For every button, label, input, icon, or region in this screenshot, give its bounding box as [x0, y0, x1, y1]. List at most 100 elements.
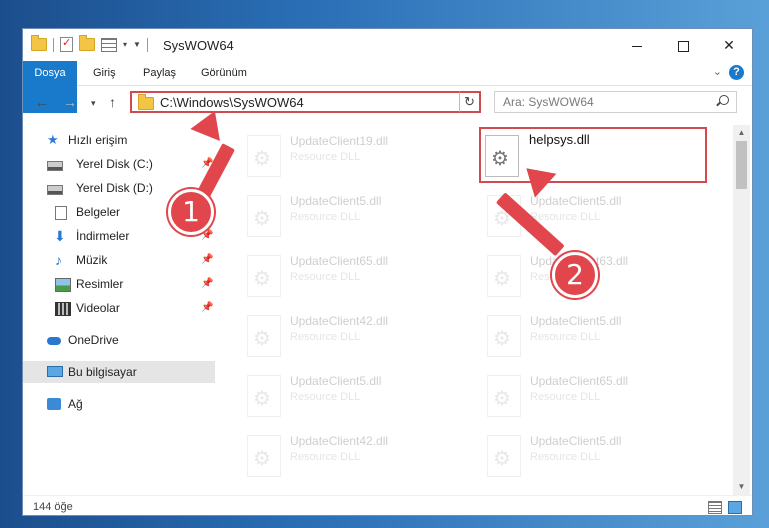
tab-share[interactable]: Paylaş [143, 61, 176, 85]
drive-icon [47, 185, 63, 195]
address-path[interactable]: C:\Windows\SysWOW64 [160, 95, 304, 110]
minimize-icon [632, 45, 642, 47]
pin-icon[interactable]: 📌 [201, 273, 213, 295]
pin-icon[interactable]: 📌 [201, 297, 213, 319]
sidebar-item-label: Belgeler [76, 205, 121, 219]
computer-icon [47, 366, 63, 377]
list-item[interactable]: UpdateClient42.dll Resource DLL [223, 309, 443, 361]
file-type: Resource DLL [290, 331, 361, 343]
ribbon-tabs: Dosya Giriş Paylaş Görünüm ⌄ ? [23, 61, 752, 113]
dll-file-icon [485, 135, 519, 177]
network-icon [47, 398, 61, 410]
sidebar-item-pictures[interactable]: Resimler 📌 [23, 273, 215, 295]
navigation-pane: ★ Hızlı erişim Yerel Disk (C:) 📌 Yerel D… [23, 125, 215, 485]
window-title: SysWOW64 [163, 38, 234, 53]
up-button[interactable]: ↑ [109, 94, 116, 110]
file-name: UpdateClient42.dll [290, 314, 389, 328]
scroll-up-icon[interactable]: ▲ [733, 125, 750, 141]
sidebar-item-label: Yerel Disk (C:) [76, 157, 153, 171]
sidebar-item-label: Yerel Disk (D:) [76, 181, 153, 195]
back-button[interactable]: ← [35, 94, 49, 110]
toolbar-dropdown-icon[interactable]: ▼ [133, 40, 141, 49]
properties-icon[interactable] [60, 36, 73, 52]
file-list: UpdateClient19.dll Resource DLL UpdateCl… [223, 125, 733, 495]
sidebar-item-this-pc[interactable]: Bu bilgisayar [23, 361, 215, 383]
scrollbar-thumb[interactable] [736, 141, 747, 189]
vertical-scrollbar[interactable]: ▲ ▼ [733, 125, 750, 495]
view-icon[interactable] [101, 37, 117, 52]
file-name: UpdateClient5.dll [530, 434, 622, 448]
details-view-icon[interactable] [708, 501, 722, 514]
file-type: Resource DLL [530, 211, 601, 223]
helpsys-dll-file[interactable]: helpsys.dll [479, 127, 707, 183]
document-icon [55, 206, 67, 220]
maximize-icon [677, 40, 689, 52]
large-icons-view-icon[interactable] [728, 501, 742, 514]
recent-locations-chevron-icon[interactable]: ▾ [91, 98, 96, 109]
status-bar: 144 öğe [23, 495, 752, 518]
cloud-icon [47, 337, 61, 345]
maximize-button[interactable] [660, 29, 706, 61]
minimize-button[interactable] [614, 29, 660, 61]
search-placeholder: Ara: SysWOW64 [503, 95, 594, 109]
pictures-icon [55, 278, 71, 292]
file-type: Resource DLL [290, 391, 361, 403]
step-badge-2: 2 [552, 252, 598, 298]
dll-file-icon [487, 255, 521, 297]
sidebar-item-music[interactable]: ♪ Müzik 📌 [23, 249, 215, 271]
file-name: UpdateClient19.dll [290, 134, 389, 148]
sidebar-item-onedrive[interactable]: OneDrive [23, 329, 215, 351]
file-type: Resource DLL [290, 271, 361, 283]
list-item[interactable]: UpdateClient5.dll Resource DLL [463, 309, 683, 361]
sidebar-item-label: OneDrive [68, 333, 119, 347]
list-item[interactable]: UpdateClient42.dll Resource DLL [223, 429, 443, 481]
download-icon: ⬇ [54, 228, 66, 244]
list-item[interactable]: UpdateClient5.dll Resource DLL [463, 429, 683, 481]
dll-file-icon [487, 315, 521, 357]
folder-icon[interactable] [31, 35, 47, 51]
tab-view[interactable]: Görünüm [201, 61, 247, 85]
file-name: UpdateClient5.dll [530, 314, 622, 328]
sidebar-item-network[interactable]: Ağ [23, 393, 215, 415]
pin-icon[interactable]: 📌 [201, 249, 213, 271]
address-bar[interactable]: C:\Windows\SysWOW64 ⌄ [130, 91, 481, 113]
file-type: Resource DLL [290, 151, 361, 163]
forward-button[interactable]: → [63, 94, 77, 110]
videos-icon [55, 302, 71, 316]
star-icon: ★ [47, 132, 59, 147]
dll-file-icon [247, 315, 281, 357]
list-item[interactable]: UpdateClient5.dll Resource DLL [223, 369, 443, 421]
sidebar-item-label: Hızlı erişim [68, 133, 128, 147]
list-item[interactable]: UpdateClient5.dll Resource DLL [463, 189, 683, 241]
help-icon[interactable]: ? [729, 65, 744, 80]
close-icon: ✕ [723, 37, 735, 53]
file-name: UpdateClient65.dll [290, 254, 389, 268]
toolbar-divider [53, 37, 54, 52]
expand-ribbon-chevron-icon[interactable]: ⌄ [713, 65, 722, 78]
list-item[interactable]: UpdateClient65.dll Resource DLL [463, 369, 683, 421]
tab-home[interactable]: Giriş [93, 61, 116, 85]
refresh-icon: ↻ [464, 94, 475, 109]
list-item[interactable]: UpdateClient65.dll Resource DLL [223, 249, 443, 301]
customize-toolbar-chevron-icon[interactable]: ▾ [123, 40, 127, 49]
search-icon[interactable] [719, 95, 729, 105]
sidebar-item-quick-access[interactable]: ★ Hızlı erişim [23, 129, 215, 151]
file-name: helpsys.dll [529, 132, 590, 147]
sidebar-item-local-disk-c[interactable]: Yerel Disk (C:) 📌 [23, 153, 215, 175]
sidebar-item-label: İndirmeler [76, 229, 130, 243]
list-item[interactable]: UpdateClient5.dll Resource DLL [223, 189, 443, 241]
quick-access-toolbar: ▾ ▼ [31, 35, 148, 52]
navigation-bar: ← → ▾ ↑ C:\Windows\SysWOW64 ⌄ ↻ Ara: Sys… [23, 86, 752, 118]
search-input[interactable]: Ara: SysWOW64 [494, 91, 737, 113]
file-type: Resource DLL [290, 451, 361, 463]
refresh-button[interactable]: ↻ [459, 91, 481, 113]
close-button[interactable]: ✕ [706, 29, 752, 61]
sidebar-item-videos[interactable]: Videolar 📌 [23, 297, 215, 319]
file-name: UpdateClient42.dll [290, 434, 389, 448]
scroll-down-icon[interactable]: ▼ [733, 479, 750, 495]
title-divider [146, 37, 148, 52]
list-item[interactable]: UpdateClient19.dll Resource DLL [223, 129, 443, 181]
sidebar-item-label: Bu bilgisayar [68, 365, 137, 379]
new-folder-icon[interactable] [79, 35, 95, 51]
file-type: Resource DLL [530, 331, 601, 343]
